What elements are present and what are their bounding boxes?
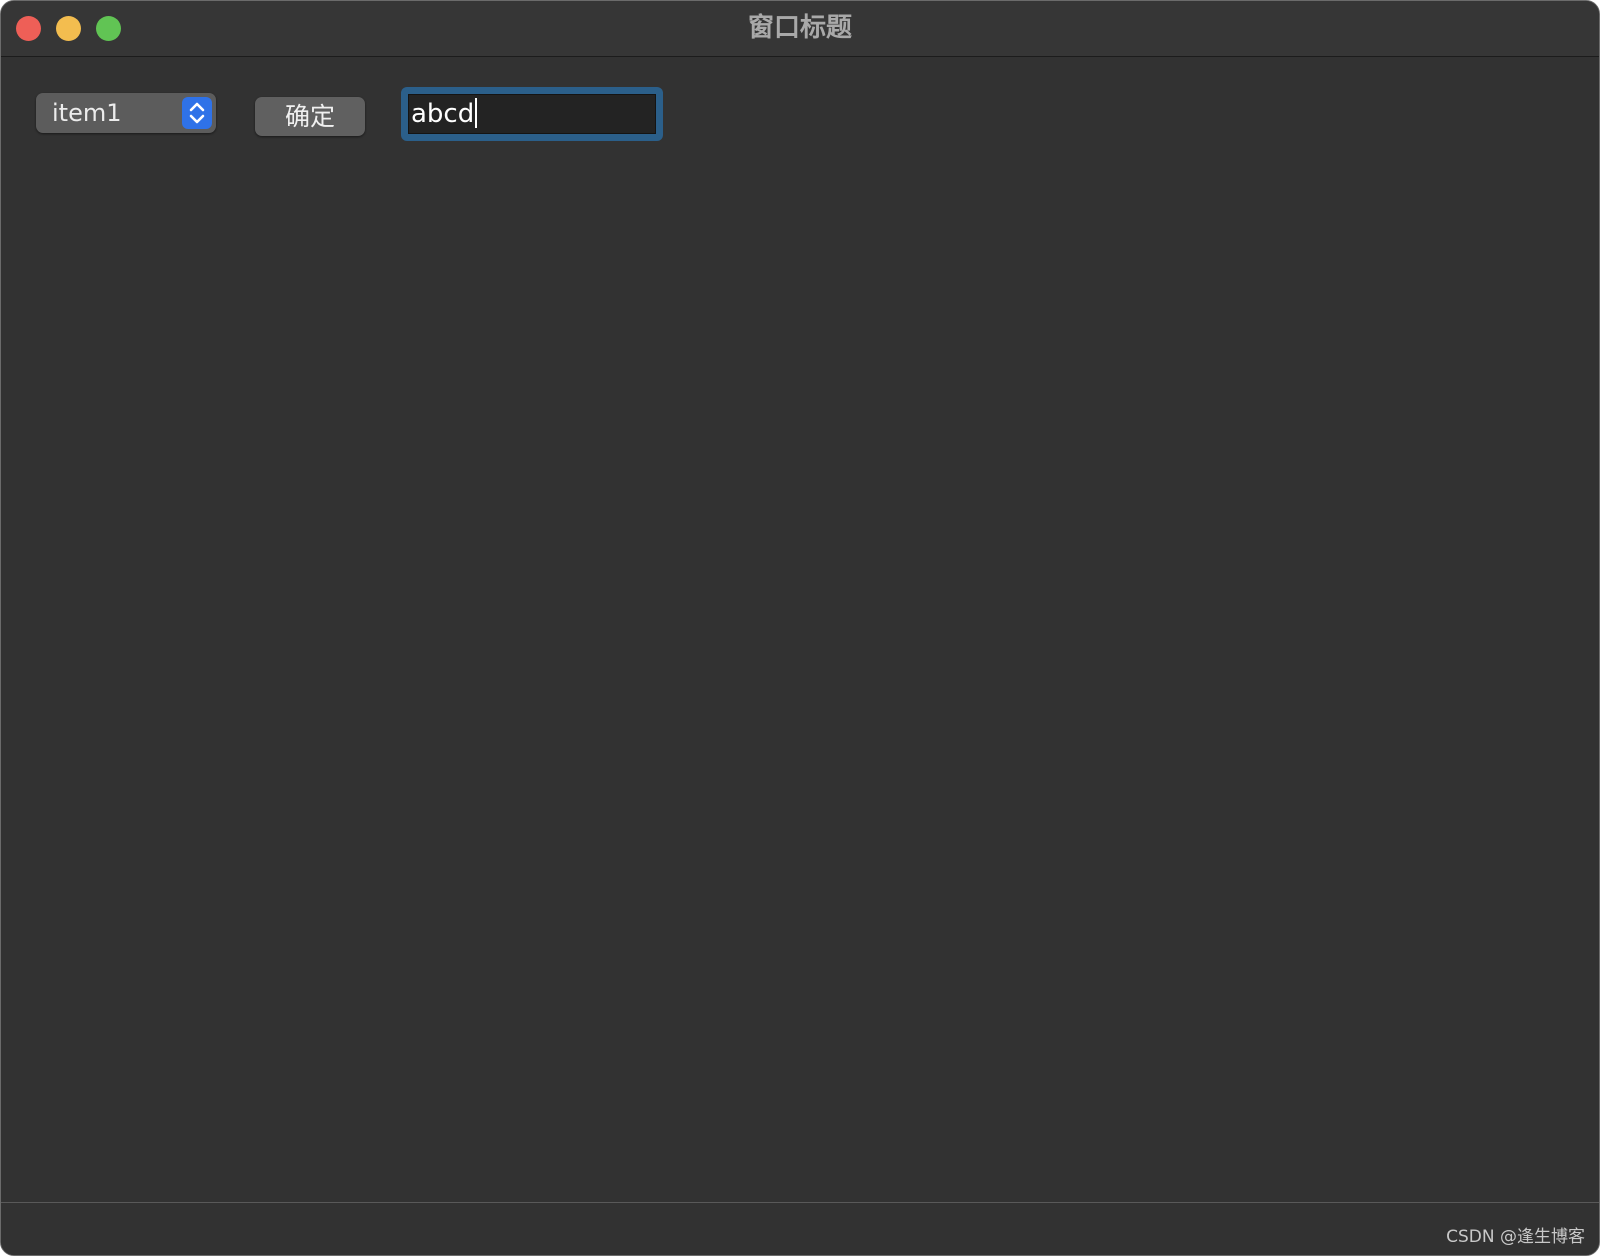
item-popup-button[interactable]: item1 bbox=[36, 93, 216, 133]
window-title: 窗口标题 bbox=[747, 13, 852, 43]
app-window: 窗口标题 item1 确定 abcd CSDN @逢生博客 bbox=[0, 0, 1600, 1256]
text-input[interactable]: abcd bbox=[408, 94, 656, 134]
title-bar[interactable]: 窗口标题 bbox=[1, 1, 1599, 57]
bottom-bar: CSDN @逢生博客 bbox=[1, 1202, 1599, 1255]
popup-selected-label: item1 bbox=[52, 99, 122, 127]
confirm-button[interactable]: 确定 bbox=[255, 97, 365, 136]
main-content: item1 确定 abcd bbox=[1, 57, 1599, 1203]
chevron-up-down-icon bbox=[182, 97, 212, 129]
text-caret bbox=[475, 97, 478, 128]
watermark-text: CSDN @逢生博客 bbox=[1446, 1227, 1585, 1247]
text-input-value: abcd bbox=[411, 99, 475, 129]
